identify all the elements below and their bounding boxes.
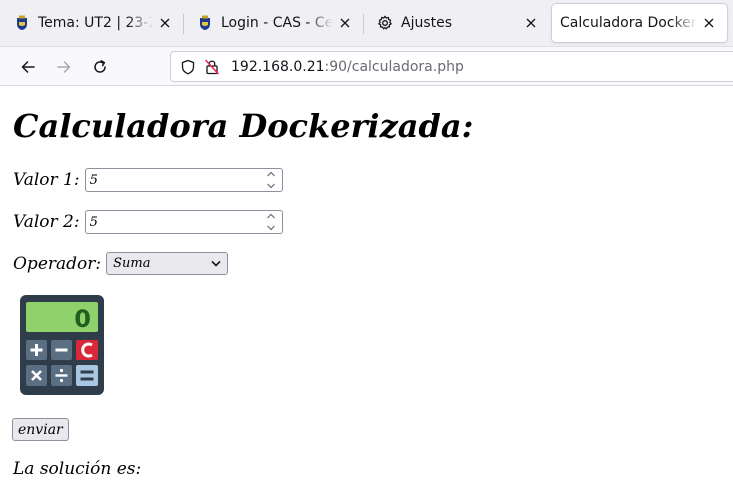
valor1-input[interactable] xyxy=(85,170,256,190)
valor2-input[interactable] xyxy=(85,212,256,232)
number-spinner[interactable] xyxy=(264,213,278,231)
tab-strip: Tema: UT2 | 23-24 Login - CAS - Centr Aj… xyxy=(0,0,733,47)
operador-select[interactable]: Suma xyxy=(106,252,229,275)
tab-title: Tema: UT2 | 23-24 xyxy=(38,15,153,31)
crest-icon xyxy=(197,15,213,31)
close-icon[interactable] xyxy=(523,15,539,31)
url-path: :90/calculadora.php xyxy=(324,58,464,75)
reload-icon xyxy=(94,60,106,73)
shield-icon[interactable] xyxy=(179,58,197,76)
valor1-field[interactable] xyxy=(84,168,283,192)
chevron-down-icon[interactable] xyxy=(266,183,276,189)
enviar-button[interactable]: enviar xyxy=(12,418,69,441)
valor2-row: Valor 2: xyxy=(13,210,283,234)
chevron-down-icon xyxy=(211,260,221,267)
back-button[interactable] xyxy=(15,54,41,80)
close-icon[interactable] xyxy=(337,15,353,31)
number-spinner[interactable] xyxy=(264,171,278,189)
valor1-row: Valor 1: xyxy=(13,168,283,192)
gear-icon xyxy=(377,15,393,31)
reload-button[interactable] xyxy=(87,54,113,80)
chevron-up-icon[interactable] xyxy=(266,213,276,219)
chevron-down-icon[interactable] xyxy=(266,225,276,231)
navigation-toolbar: 192.168.0.21:90/calculadora.php xyxy=(0,47,733,86)
valor1-label: Valor 1: xyxy=(13,170,80,190)
page-content: Calculadora Dockerizada: Valor 1: Valor … xyxy=(4,87,733,496)
tab-tema-ut2[interactable]: Tema: UT2 | 23-24 xyxy=(0,4,183,42)
chevron-up-icon[interactable] xyxy=(266,171,276,177)
tab-title: Calculadora Dockeriza xyxy=(560,15,697,31)
arrow-left-icon xyxy=(21,61,35,73)
close-icon[interactable] xyxy=(157,15,173,31)
tab-title: Login - CAS - Centr xyxy=(221,15,333,31)
valor2-label: Valor 2: xyxy=(13,212,80,232)
tab-login-cas[interactable]: Login - CAS - Centr xyxy=(183,4,363,42)
url-text: 192.168.0.21:90/calculadora.php xyxy=(231,59,464,75)
tab-title: Ajustes xyxy=(401,15,453,31)
tab-ajustes[interactable]: Ajustes xyxy=(363,4,549,42)
calculator-display: 0 xyxy=(74,305,91,333)
valor2-field[interactable] xyxy=(84,210,283,234)
close-icon[interactable] xyxy=(701,15,717,31)
tab-calculadora[interactable]: Calculadora Dockeriza xyxy=(552,4,727,42)
result-label: La solución es: xyxy=(13,459,142,479)
operador-selected-value: Suma xyxy=(113,256,151,271)
operador-row: Operador: Suma xyxy=(13,252,229,275)
calculator-icon: 0 xyxy=(20,295,104,395)
insecure-lock-icon[interactable] xyxy=(203,58,221,76)
url-host: 192.168.0.21 xyxy=(231,58,325,75)
page-title: Calculadora Dockerizada: xyxy=(13,107,474,145)
arrow-right-icon xyxy=(57,61,71,73)
url-bar[interactable]: 192.168.0.21:90/calculadora.php xyxy=(170,51,733,82)
forward-button[interactable] xyxy=(51,54,77,80)
crest-icon xyxy=(14,15,30,31)
operador-label: Operador: xyxy=(13,253,102,274)
